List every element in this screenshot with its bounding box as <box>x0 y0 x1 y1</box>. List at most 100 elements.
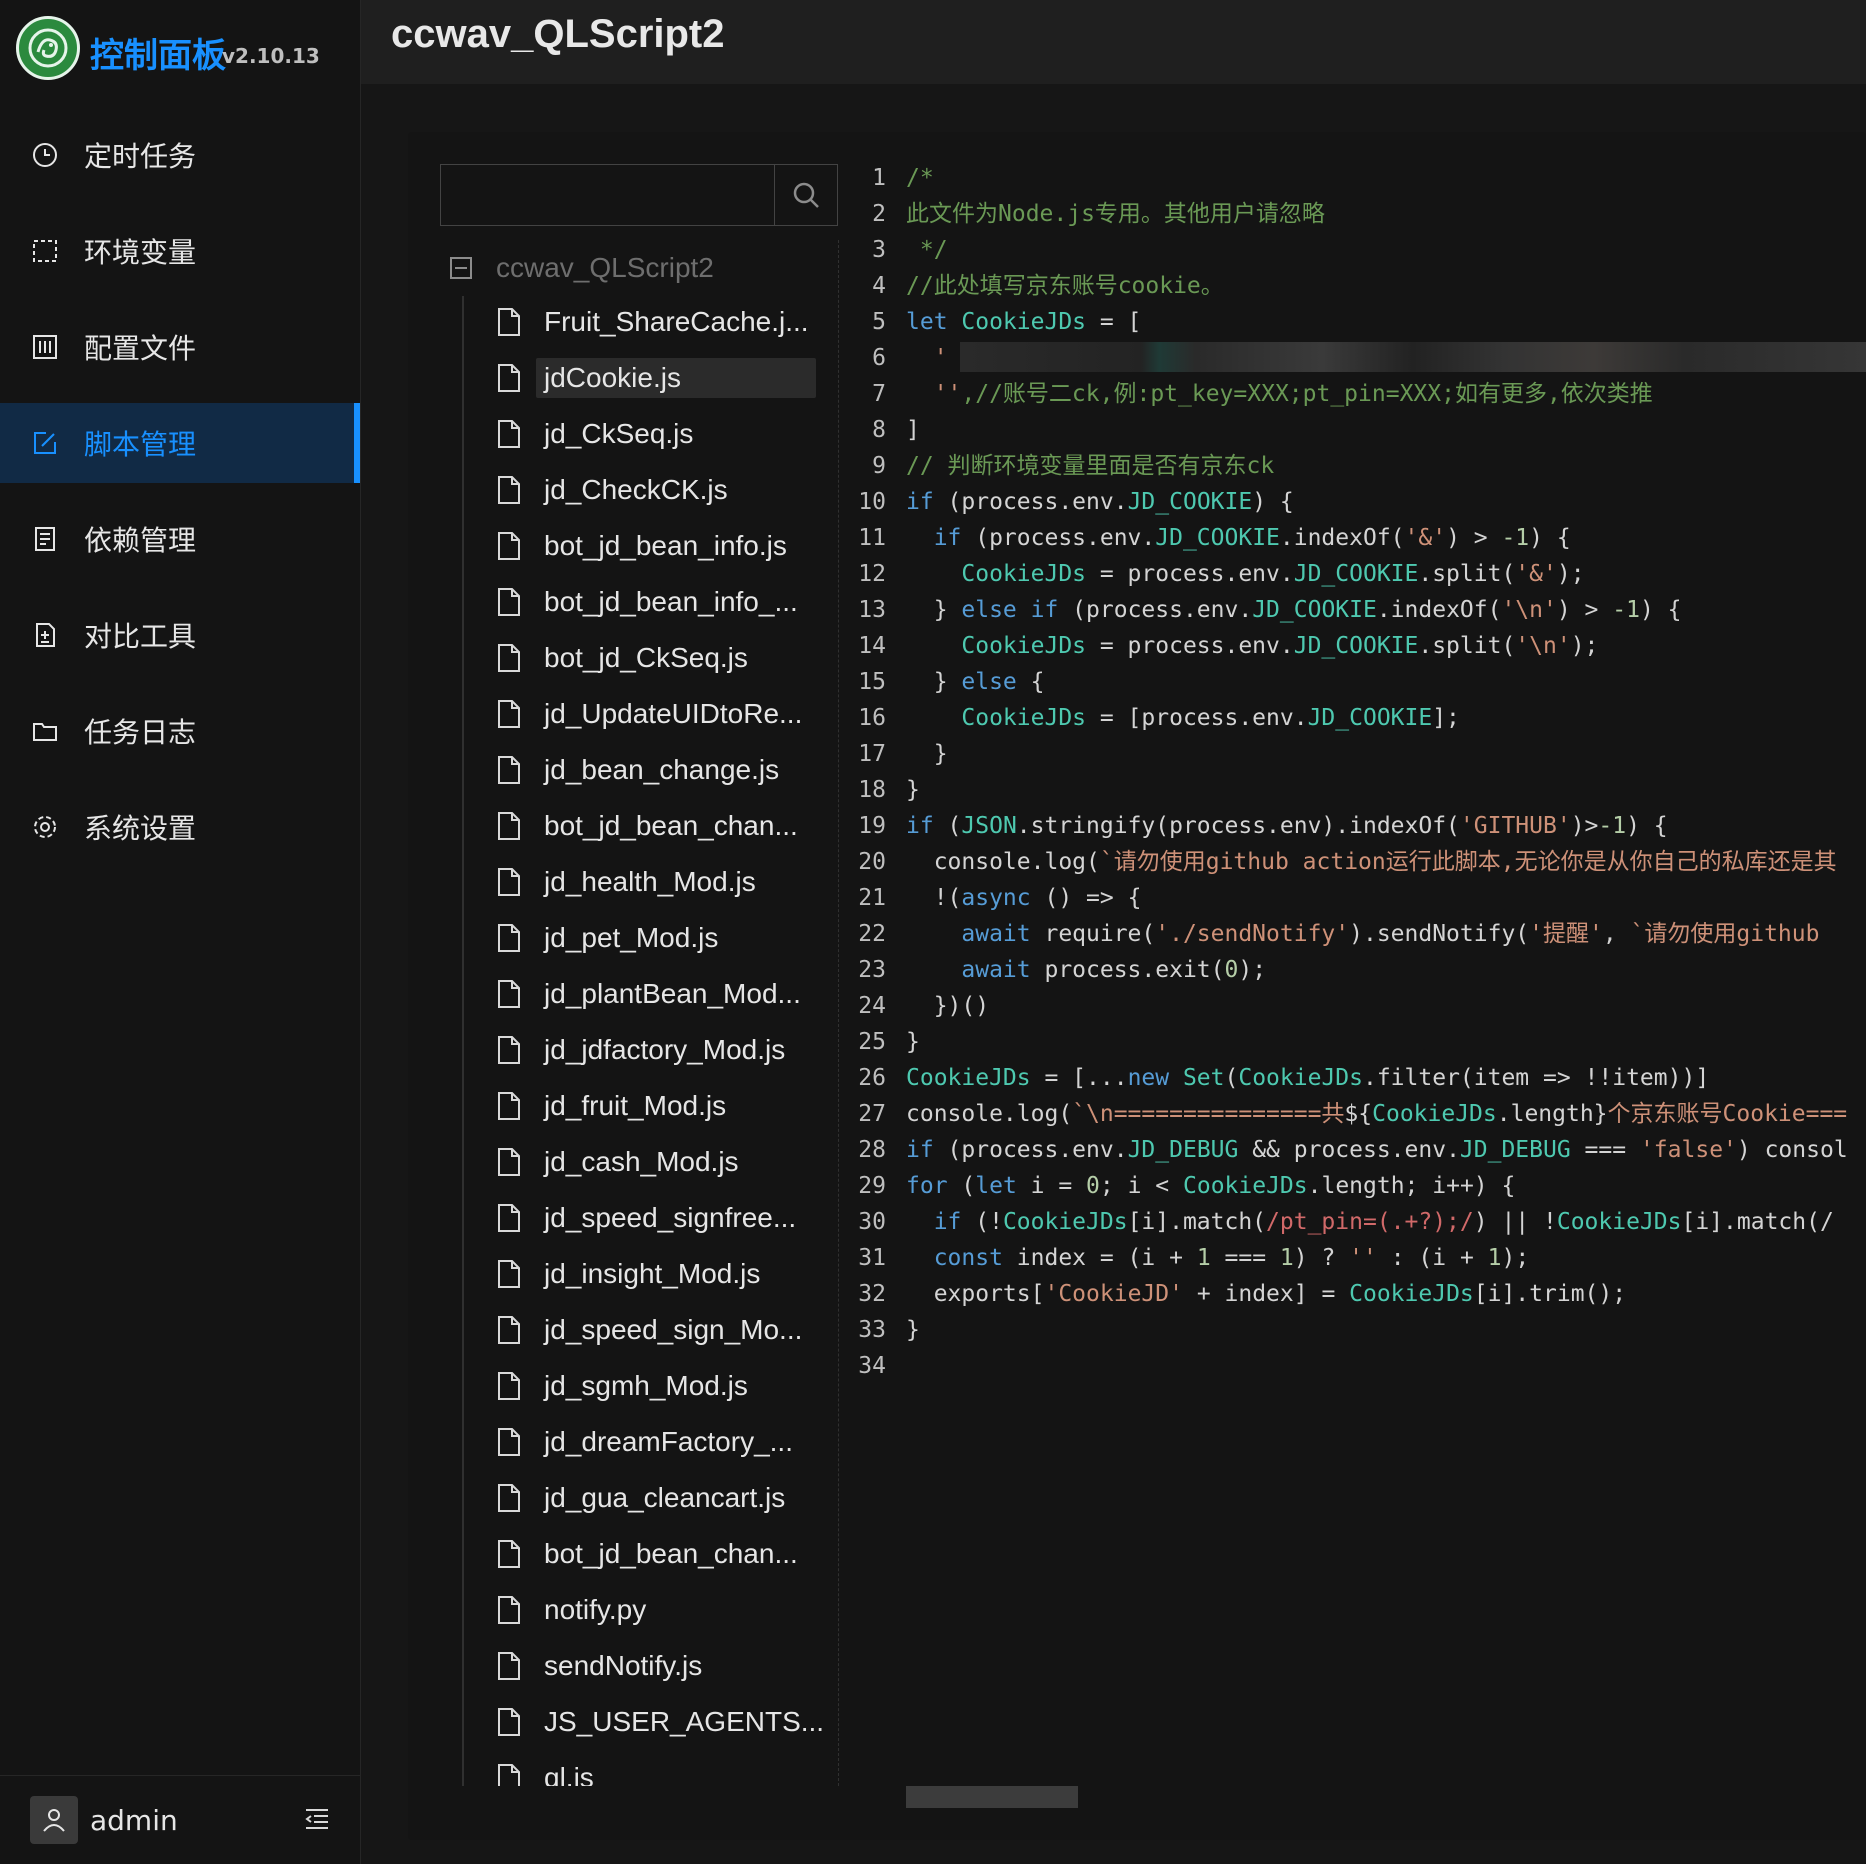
file-item[interactable]: bot_jd_bean_chan... <box>496 800 836 852</box>
code-token: (process.env. <box>1058 597 1253 623</box>
file-name: jd_insight_Mod.js <box>544 1258 761 1289</box>
code-line: 7 '',//账号二ck,例:pt_key=XXX;pt_pin=XXX;如有更… <box>850 376 1866 412</box>
file-item[interactable]: bot_jd_bean_info.js <box>496 520 836 572</box>
code-line: 22 await require('./sendNotify').sendNot… <box>850 916 1866 952</box>
file-item[interactable]: jd_cash_Mod.js <box>496 1136 836 1188</box>
sidebar: 控制面板 v2.10.13 定时任务 环境变量 配置文件 脚本管理 依赖管理 对… <box>0 0 361 1864</box>
file-item[interactable]: jd_speed_signfree... <box>496 1192 836 1244</box>
code-token: if <box>906 489 934 515</box>
tree-root-label: ccwav_QLScript2 <box>496 252 714 283</box>
file-item[interactable]: jd_health_Mod.js <box>496 856 836 908</box>
line-number: 3 <box>872 237 886 263</box>
file-item[interactable]: jd_sgmh_Mod.js <box>496 1360 836 1412</box>
page-title: ccwav_QLScript2 <box>391 12 725 56</box>
file-item[interactable]: jd_jdfactory_Mod.js <box>496 1024 836 1076</box>
horizontal-scrollbar[interactable] <box>906 1786 1078 1808</box>
sidebar-footer: admin <box>0 1775 360 1864</box>
file-item[interactable]: Fruit_ShareCache.j... <box>496 296 836 348</box>
sidebar-item-dependencies[interactable]: 依赖管理 <box>0 499 360 579</box>
file-item[interactable]: ql.js <box>496 1752 836 1786</box>
code-text: 此文件为Node.js专用。其他用户请忽略 <box>906 196 1325 232</box>
code-token: 0 <box>1224 957 1239 983</box>
file-name: jd_plantBean_Mod... <box>544 978 801 1009</box>
file-item[interactable]: jd_CkSeq.js <box>496 408 836 460</box>
code-token: -1 <box>1501 525 1530 551</box>
code-token: ); <box>1238 957 1267 983</box>
sidebar-menu: 定时任务 环境变量 配置文件 脚本管理 依赖管理 对比工具 任务日志 系统设置 <box>0 115 360 883</box>
code-token: } <box>906 777 920 803</box>
file-icon <box>498 644 520 672</box>
file-list: Fruit_ShareCache.j... jdCookie.js jd_CkSeq… <box>496 296 836 1786</box>
code-text: CookieJDs = process.env.JD_COOKIE.split(… <box>906 556 1584 592</box>
sidebar-item-logs[interactable]: 任务日志 <box>0 691 360 771</box>
file-name: jd_pet_Mod.js <box>544 922 719 953</box>
tree-root[interactable]: ccwav_QLScript2 <box>450 246 714 290</box>
code-editor[interactable]: 1 /* 2 此文件为Node.js专用。其他用户请忽略 3 */ 4 //此处填写京东账号… <box>850 160 1866 1800</box>
line-number: 27 <box>858 1101 886 1127</box>
code-token: (process.env. <box>961 525 1156 551</box>
code-text: console.log(`\n===============共${CookieJ… <box>906 1096 1847 1132</box>
file-name: jd_dreamFactory_... <box>544 1426 793 1457</box>
code-token: JSON <box>961 813 1017 839</box>
code-token: .indexOf( <box>1279 525 1405 551</box>
file-name: bot_jd_bean_chan... <box>544 1538 798 1569</box>
code-token: 1 <box>1487 1245 1502 1271</box>
code-line: 9 // 判断环境变量里面是否有京东ck <box>850 448 1866 484</box>
code-line: 4 //此处填写京东账号cookie。 <box>850 268 1866 304</box>
code-token: = [process.env. <box>1086 705 1308 731</box>
redacted-cookie-value <box>960 342 1866 372</box>
file-item[interactable]: notify.py <box>496 1584 836 1636</box>
sidebar-item-cron[interactable]: 定时任务 <box>0 115 360 195</box>
file-item[interactable]: bot_jd_bean_info_... <box>496 576 836 628</box>
sidebar-item-scripts[interactable]: 脚本管理 <box>0 403 360 483</box>
search-button[interactable] <box>774 165 837 225</box>
line-number: 16 <box>858 705 886 731</box>
code-token: JD_DEBUG <box>1127 1137 1239 1163</box>
sidebar-item-config[interactable]: 配置文件 <box>0 307 360 387</box>
code-token: index = (i + <box>1002 1245 1197 1271</box>
file-name: jd_health_Mod.js <box>544 866 756 897</box>
search-input[interactable] <box>441 165 774 225</box>
code-token: // 判断环境变量里面是否有京东ck <box>906 453 1275 479</box>
file-item[interactable]: jd_plantBean_Mod... <box>496 968 836 1020</box>
collapse-toggle-icon[interactable] <box>450 257 472 279</box>
file-item[interactable]: jd_UpdateUIDtoRe... <box>496 688 836 740</box>
code-text: '',//账号二ck,例:pt_key=XXX;pt_pin=XXX;如有更多,… <box>906 376 1653 412</box>
file-item[interactable]: jd_pet_Mod.js <box>496 912 836 964</box>
edit-icon <box>30 428 60 458</box>
code-token: CookieJDs <box>961 309 1087 335</box>
file-item[interactable]: jd_insight_Mod.js <box>496 1248 836 1300</box>
file-item[interactable]: jd_gua_cleancart.js <box>496 1472 836 1524</box>
code-token: await <box>906 957 1031 983</box>
file-item[interactable]: jd_fruit_Mod.js <box>496 1080 836 1132</box>
username[interactable]: admin <box>90 1804 178 1837</box>
code-line: 23 await process.exit(0); <box>850 952 1866 988</box>
file-item[interactable]: bot_jd_bean_chan... <box>496 1528 836 1580</box>
collapse-menu-icon[interactable] <box>302 1804 332 1834</box>
gear-icon <box>30 812 60 842</box>
file-item[interactable]: bot_jd_CkSeq.js <box>496 632 836 684</box>
file-item[interactable]: jd_dreamFactory_... <box>496 1416 836 1468</box>
file-item[interactable]: JS_USER_AGENTS... <box>496 1696 836 1748</box>
file-item[interactable]: jdCookie.js <box>496 352 836 404</box>
code-token: '' <box>1349 1245 1377 1271</box>
code-token: ) { <box>1626 813 1668 839</box>
file-name: notify.py <box>544 1594 647 1625</box>
code-text: CookieJDs = process.env.JD_COOKIE.split(… <box>906 628 1598 664</box>
file-item[interactable]: jd_bean_change.js <box>496 744 836 796</box>
code-token: JD_COOKIE <box>1127 489 1253 515</box>
code-token: CookieJDs <box>906 633 1087 659</box>
sidebar-item-settings[interactable]: 系统设置 <box>0 787 360 867</box>
sidebar-item-env[interactable]: 环境变量 <box>0 211 360 291</box>
search-icon <box>793 182 819 208</box>
file-icon <box>498 1596 520 1624</box>
code-token: else <box>961 669 1017 695</box>
file-item[interactable]: jd_CheckCK.js <box>496 464 836 516</box>
sidebar-item-diff[interactable]: 对比工具 <box>0 595 360 675</box>
avatar[interactable] <box>30 1796 78 1844</box>
file-item[interactable]: sendNotify.js <box>496 1640 836 1692</box>
code-text: } <box>906 1024 920 1060</box>
file-name: bot_jd_CkSeq.js <box>544 642 748 673</box>
code-text: console.log(`请勿使用github action运行此脚本,无论你是… <box>906 844 1837 880</box>
file-item[interactable]: jd_speed_sign_Mo... <box>496 1304 836 1356</box>
